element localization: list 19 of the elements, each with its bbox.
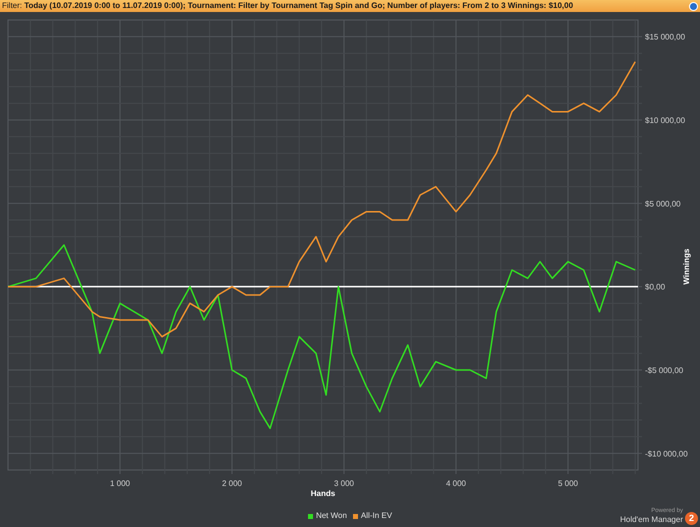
y-tick-label: $10 000,00 <box>645 116 686 125</box>
y-tick-label: $0,00 <box>645 282 666 292</box>
y-tick-label: -$10 000,00 <box>645 449 688 458</box>
y-tick-label: $5 000,00 <box>645 199 681 208</box>
x-tick-label: 3 000 <box>334 479 354 488</box>
x-tick-label: 1 000 <box>110 479 130 488</box>
product-name: Hold'em Manager <box>620 515 683 525</box>
y-tick-label: $15 000,00 <box>645 32 686 42</box>
legend-label: Net Won <box>316 510 347 522</box>
filter-text: Filter: Today (10.07.2019 0:00 to 11.07.2019 0:00); Tournament: Filter by Tournament Tag Spin and Go; Number of players: From 2 to 3 Winnings: $10,00 <box>2 1 574 11</box>
y-tick-label: -$5 000,00 <box>645 366 684 375</box>
x-tick-label: 2 000 <box>222 479 242 488</box>
x-tick-label: 5 000 <box>558 479 578 488</box>
logo-badge: 2 <box>684 512 698 525</box>
y-axis-title: Winnings <box>682 248 691 285</box>
help-icon[interactable] <box>689 2 698 10</box>
x-tick-label: 4 000 <box>446 479 466 488</box>
legend-label: All-In EV <box>360 510 392 522</box>
x-axis-title: Hands <box>310 489 336 498</box>
